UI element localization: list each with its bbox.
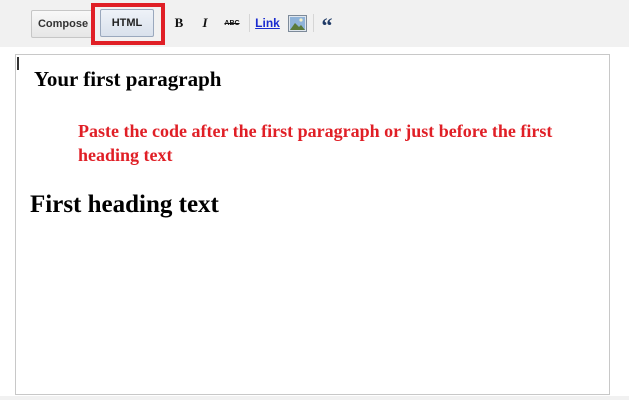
first-paragraph: Your first paragraph [34, 67, 222, 91]
editor-footer [0, 396, 629, 400]
bold-button[interactable]: B [172, 12, 186, 34]
toolbar-separator [313, 14, 314, 32]
editor-toolbar: Compose HTML B I ABC Link “ [0, 0, 629, 47]
insert-image-button[interactable] [286, 12, 308, 34]
image-icon [287, 14, 307, 32]
blockquote-button[interactable]: “ [318, 12, 336, 38]
post-editor[interactable]: Your first paragraph Paste the code afte… [15, 54, 610, 395]
compose-button[interactable]: Compose [31, 10, 95, 38]
italic-button[interactable]: I [198, 12, 212, 34]
link-button[interactable]: Link [254, 12, 281, 34]
html-button[interactable]: HTML [100, 9, 154, 37]
first-heading: First heading text [30, 191, 219, 218]
text-caret [17, 57, 19, 70]
strikethrough-button[interactable]: ABC [221, 12, 243, 34]
annotation-text: Paste the code after the first paragraph… [78, 121, 553, 165]
toolbar-separator [249, 14, 250, 32]
